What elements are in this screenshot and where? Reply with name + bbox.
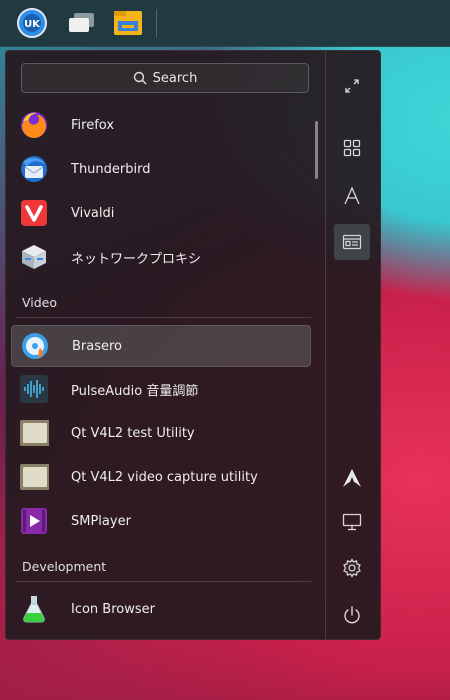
brasero-icon bbox=[20, 331, 50, 361]
firefox-icon bbox=[19, 110, 49, 140]
network-proxy-icon bbox=[19, 242, 49, 272]
list-item-pulseaudio[interactable]: PulseAudio 音量調節 bbox=[11, 369, 309, 409]
svg-text:UK: UK bbox=[24, 19, 41, 30]
settings-button[interactable] bbox=[334, 550, 370, 586]
side-rail bbox=[325, 51, 380, 639]
all-apps-button[interactable] bbox=[334, 130, 370, 166]
taskbar-separator bbox=[156, 9, 157, 37]
search-placeholder: Search bbox=[152, 70, 198, 86]
arch-button[interactable] bbox=[334, 460, 370, 496]
list-item-brasero[interactable]: Brasero bbox=[11, 325, 311, 367]
list-item-label: ネットワークプロキシ bbox=[71, 251, 202, 267]
thunderbird-icon bbox=[19, 154, 49, 184]
list-item-firefox[interactable]: Firefox bbox=[11, 105, 309, 145]
expand-button[interactable] bbox=[334, 68, 370, 104]
list-item-smplayer[interactable]: SMPlayer bbox=[11, 501, 309, 541]
power-button[interactable] bbox=[334, 597, 370, 633]
list-item-label: Qt V4L2 test Utility bbox=[71, 425, 195, 441]
qt-v4l2-capture-icon bbox=[19, 462, 49, 492]
section-header-video: Video bbox=[22, 295, 58, 310]
section-divider bbox=[16, 317, 311, 318]
categories-button[interactable] bbox=[334, 224, 370, 260]
grid-icon bbox=[343, 139, 361, 157]
pulseaudio-icon bbox=[19, 374, 49, 404]
windows-button[interactable] bbox=[66, 7, 98, 39]
section-divider bbox=[16, 581, 311, 582]
power-icon bbox=[344, 606, 360, 624]
file-manager-button[interactable] bbox=[112, 7, 144, 39]
smplayer-icon bbox=[19, 506, 49, 536]
list-item-vivaldi[interactable]: Vivaldi bbox=[11, 193, 309, 233]
vivaldi-icon bbox=[19, 198, 49, 228]
list-item-label: SMPlayer bbox=[71, 513, 131, 529]
section-header-development: Development bbox=[22, 559, 107, 574]
list-item-label: Qt V4L2 video capture utility bbox=[71, 469, 258, 485]
list-item-network-proxy[interactable]: ネットワークプロキシ bbox=[11, 237, 309, 277]
list-item-label: Brasero bbox=[72, 338, 123, 354]
list-item-label: Icon Browser bbox=[71, 601, 155, 617]
search-icon bbox=[133, 71, 147, 85]
list-item-qt-v4l2-capture[interactable]: Qt V4L2 video capture utility bbox=[11, 457, 309, 497]
list-item-icon-browser[interactable]: Icon Browser bbox=[11, 589, 309, 629]
app-launcher-button[interactable]: UK bbox=[16, 7, 48, 39]
categories-icon bbox=[342, 234, 362, 250]
expand-icon bbox=[345, 79, 359, 93]
alphabet-icon bbox=[344, 186, 360, 205]
icon-browser-icon bbox=[19, 594, 49, 624]
list-item-label: Firefox bbox=[71, 117, 115, 133]
gear-icon bbox=[343, 558, 361, 578]
alphabetical-button[interactable] bbox=[334, 178, 370, 214]
list-item-qt-v4l2-test[interactable]: Qt V4L2 test Utility bbox=[11, 413, 309, 453]
list-item-label: PulseAudio 音量調節 bbox=[71, 383, 199, 399]
display-button[interactable] bbox=[334, 504, 370, 540]
folder-icon bbox=[114, 11, 142, 35]
app-list: Firefox Thunderbird Vivaldi ネットワークプロキシ V… bbox=[11, 105, 311, 635]
list-scrollbar[interactable] bbox=[315, 121, 318, 179]
monitor-icon bbox=[342, 513, 362, 531]
arch-logo-icon bbox=[343, 469, 361, 487]
list-item-label: Thunderbird bbox=[71, 161, 151, 177]
list-item-thunderbird[interactable]: Thunderbird bbox=[11, 149, 309, 189]
search-input[interactable]: Search bbox=[21, 63, 309, 93]
application-menu: Search Firefox Thunderbird Vivaldi ネットワー… bbox=[5, 50, 381, 640]
list-item-label: Vivaldi bbox=[71, 205, 115, 221]
launcher-icon: UK bbox=[17, 8, 47, 38]
windows-icon bbox=[69, 13, 94, 32]
taskbar: UK bbox=[0, 0, 450, 47]
qt-v4l2-icon bbox=[19, 418, 49, 448]
